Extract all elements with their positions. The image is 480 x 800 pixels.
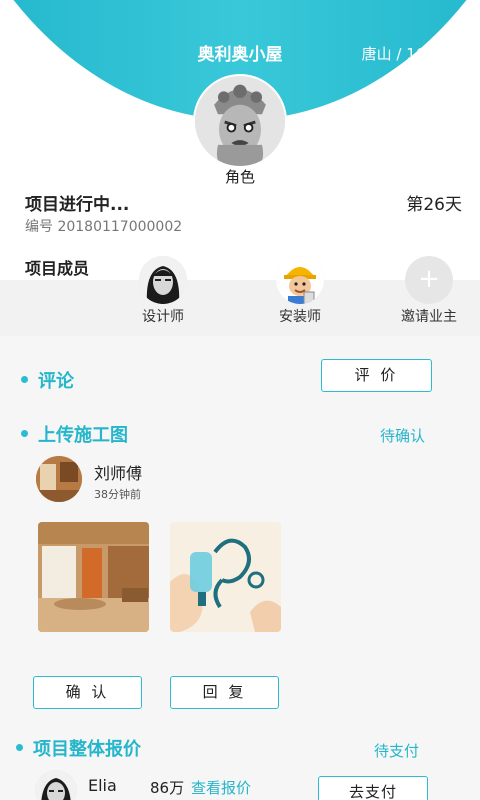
confirm-button[interactable]: 确 认 [33, 676, 142, 709]
project-number: 编号 20180117000002 [25, 219, 183, 235]
quote-user-name: Elia [88, 776, 117, 795]
project-status: 项目进行中... [25, 195, 130, 215]
location-text: 唐山 / 168 m [361, 45, 455, 63]
plus-icon: + [405, 256, 453, 304]
worker-avatar[interactable] [36, 456, 82, 502]
wall-lamp-image [170, 522, 281, 632]
upload-status: 待确认 [380, 427, 426, 445]
woman-avatar-icon [139, 256, 187, 304]
location-area: 唐山 / 168 m2 [362, 43, 460, 64]
area-unit-superscript: 2 [454, 46, 460, 56]
members-title: 项目成员 [25, 259, 90, 278]
project-day-count: 第26天 [406, 195, 462, 215]
installer-avatar [276, 256, 324, 304]
member-installer[interactable]: 安装师 [240, 256, 360, 326]
worker-name: 刘师傅 [94, 464, 143, 483]
review-button[interactable]: 评 价 [321, 359, 432, 392]
member-label: 邀请业主 [401, 309, 457, 325]
worker-cartoon-icon [276, 256, 324, 304]
quote-price: 86万 [150, 779, 185, 797]
member-designer[interactable]: 设计师 [103, 256, 223, 326]
living-room-image [38, 522, 149, 632]
quote-section-title: 项目整体报价 [33, 739, 141, 760]
reply-button[interactable]: 回 复 [170, 676, 279, 709]
member-label: 安装师 [279, 309, 321, 325]
pay-button[interactable]: 去支付 [318, 776, 428, 800]
designer-avatar [139, 256, 187, 304]
role-label: 角色 [224, 168, 255, 186]
construction-photo-2[interactable] [170, 522, 281, 632]
view-quote-link[interactable]: 查看报价 [191, 777, 251, 798]
invite-owner-button[interactable]: + 邀请业主 [369, 256, 480, 326]
section-dot [16, 744, 23, 751]
room-thumbnail-image [36, 456, 82, 502]
upload-section-title: 上传施工图 [38, 425, 128, 446]
section-dot [21, 430, 28, 437]
comment-section-title: 评论 [38, 371, 74, 392]
statue-avatar-image [195, 76, 285, 166]
section-dot [21, 376, 28, 383]
upload-time: 38分钟前 [94, 488, 141, 501]
quote-status: 待支付 [374, 742, 420, 760]
member-label: 设计师 [142, 309, 184, 325]
construction-photo-1[interactable] [38, 522, 149, 632]
project-avatar[interactable] [193, 74, 287, 168]
